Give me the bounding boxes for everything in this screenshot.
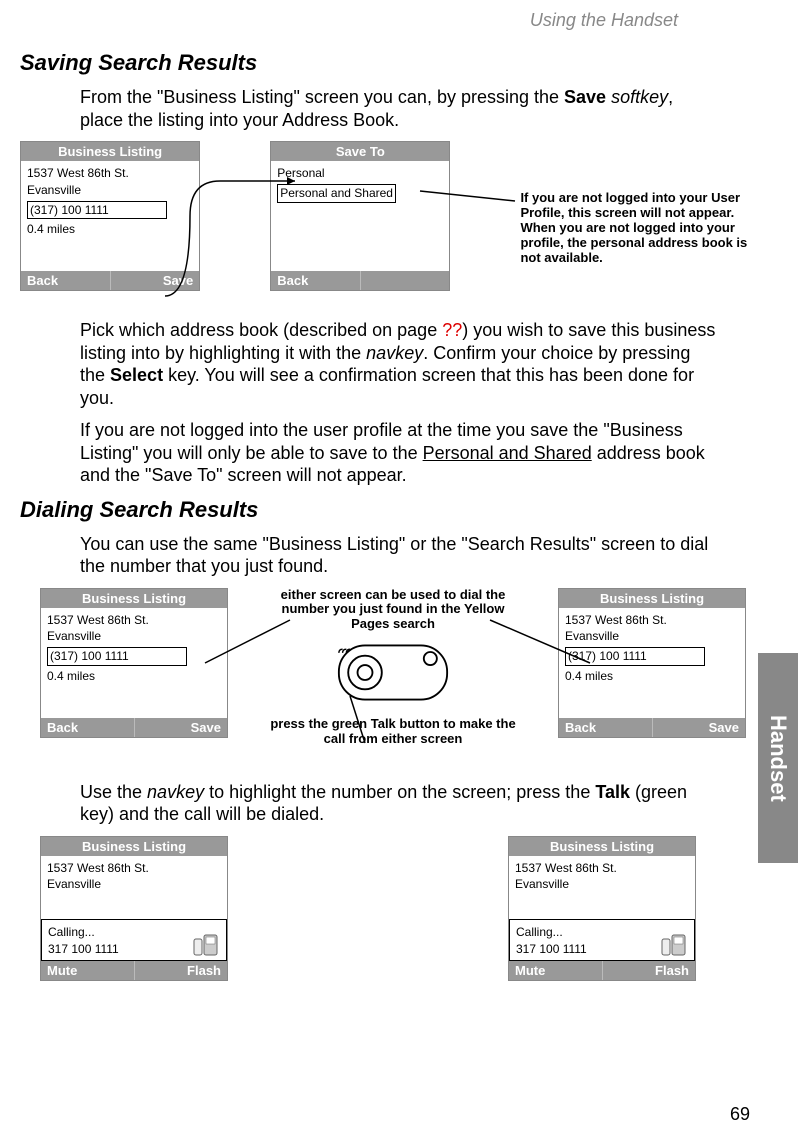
para-use-navkey: Use the navkey to highlight the number o… [80,781,720,826]
annotation-press-talk: press the green Talk button to make the … [268,717,518,747]
listing-phone-highlighted[interactable]: (317) 100 1111 [27,201,167,220]
phone-title: Business Listing [509,837,695,856]
softkey-back[interactable]: Back [559,718,653,737]
softkey-mute[interactable]: Mute [509,961,603,980]
softkey-blank [361,271,450,290]
softkey-mute[interactable]: Mute [41,961,135,980]
phone-icon [660,932,690,958]
listing-city: Evansville [47,628,221,645]
phone-title: Business Listing [559,589,745,608]
screen-business-listing-2: Business Listing 1537 West 86th St. Evan… [40,588,228,738]
side-tab-handset: Handset [758,653,798,863]
para-not-logged-in: If you are not logged into the user prof… [80,419,720,487]
listing-address: 1537 West 86th St. [27,165,193,182]
screen-calling-2: Business Listing 1537 West 86th St. Evan… [508,836,696,981]
softkey-save[interactable]: Save [111,271,200,290]
para-pick-addressbook: Pick which address book (described on pa… [80,319,720,409]
listing-address: 1537 West 86th St. [47,612,221,629]
softkey-flash[interactable]: Flash [135,961,228,980]
chapter-title: Using the Handset [530,10,678,31]
listing-distance: 0.4 miles [47,668,221,685]
navkey-diagram [318,638,468,708]
intro-paragraph-1: From the "Business Listing" screen you c… [80,86,720,131]
softkey-back[interactable]: Back [21,271,111,290]
section-title-dialing: Dialing Search Results [20,497,780,523]
calling-popup: Calling... 317 100 1111 [509,919,695,961]
intro-paragraph-2: You can use the same "Business Listing" … [80,533,720,578]
annotation-either-screen: either screen can be used to dial the nu… [268,588,518,633]
save-option-personal-shared-highlighted[interactable]: Personal and Shared [277,184,396,203]
screen-business-listing-1: Business Listing 1537 West 86th St. Evan… [20,141,200,291]
softkey-save[interactable]: Save [653,718,746,737]
listing-city: Evansville [47,876,221,893]
phone-title: Save To [271,142,449,161]
softkey-save[interactable]: Save [135,718,228,737]
listing-address: 1537 West 86th St. [565,612,739,629]
listing-distance: 0.4 miles [565,668,739,685]
listing-city: Evansville [27,182,193,199]
softkey-flash[interactable]: Flash [603,961,696,980]
phone-title: Business Listing [41,837,227,856]
listing-distance: 0.4 miles [27,221,193,238]
phone-icon [192,932,222,958]
listing-city: Evansville [515,876,689,893]
screen-business-listing-3: Business Listing 1537 West 86th St. Evan… [558,588,746,738]
listing-city: Evansville [565,628,739,645]
calling-popup: Calling... 317 100 1111 [41,919,227,961]
annotation-profile-note: If you are not logged into your User Pro… [520,191,760,266]
listing-phone-highlighted[interactable]: (317) 100 1111 [565,647,705,666]
phone-title: Business Listing [21,142,199,161]
softkey-back[interactable]: Back [41,718,135,737]
listing-address: 1537 West 86th St. [515,860,689,877]
save-option-personal[interactable]: Personal [277,165,443,182]
screen-calling-1: Business Listing 1537 West 86th St. Evan… [40,836,228,981]
section-title-saving: Saving Search Results [20,50,780,76]
screen-save-to: Save To Personal Personal and Shared Bac… [270,141,450,291]
listing-phone-highlighted[interactable]: (317) 100 1111 [47,647,187,666]
softkey-back[interactable]: Back [271,271,361,290]
phone-title: Business Listing [41,589,227,608]
listing-address: 1537 West 86th St. [47,860,221,877]
page-number: 69 [730,1104,750,1125]
